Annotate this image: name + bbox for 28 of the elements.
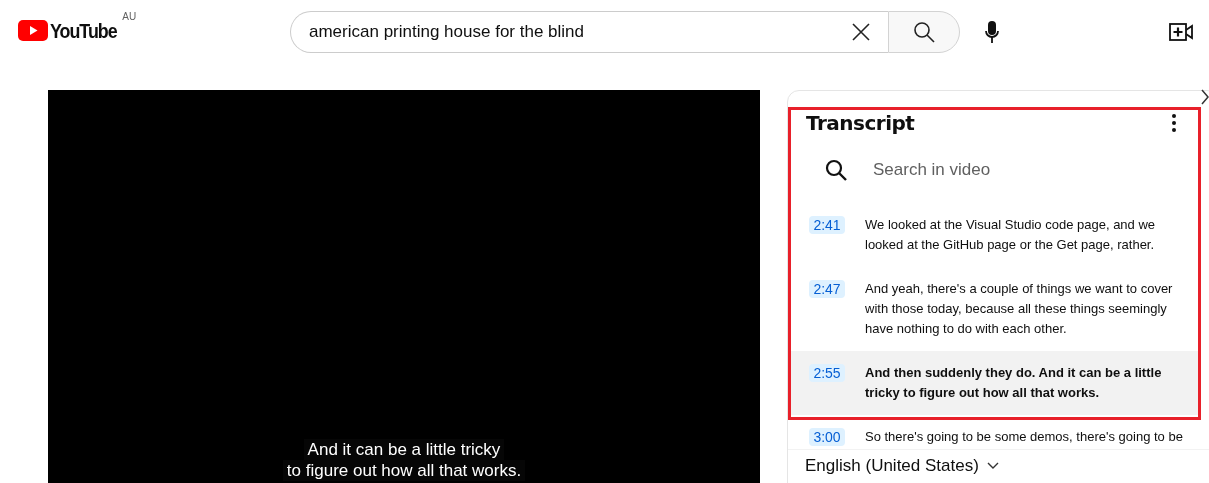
clear-icon[interactable] [852, 22, 870, 41]
chevron-icon [1201, 89, 1209, 105]
microphone-icon[interactable] [985, 20, 999, 43]
timestamp: 3:00 [809, 428, 845, 446]
panel-title: Transcript [806, 111, 915, 135]
more-options-icon[interactable] [1172, 114, 1176, 132]
transcript-segment[interactable]: 2:41 We looked at the Visual Studio code page, and we looked at the GitHub page or the Get page, rather. [788, 203, 1199, 267]
chevron-down-icon [986, 462, 999, 470]
logo-icon [18, 20, 48, 41]
video-camera-plus-icon[interactable] [1169, 22, 1193, 41]
region-label: AU [122, 10, 137, 22]
search-icon [913, 20, 935, 43]
logo-text[interactable]: YouTube [50, 18, 117, 43]
search-icon [825, 159, 847, 181]
transcript-segment[interactable]: 2:47 And yeah, there's a couple of things we want to cover with those today, because all these things seemingly have nothing to do with each other. [788, 267, 1199, 351]
segment-text: So there's going to be some demos, there's going to be [865, 428, 1184, 446]
segment-text: And then suddenly they do. And it can be a little tricky to figure out how all that works. [865, 364, 1163, 402]
timestamp: 2:55 [809, 364, 845, 382]
language-dropdown[interactable]: English (United States) [805, 456, 999, 476]
search-button[interactable] [888, 10, 960, 53]
segment-text: And yeah, there's a couple of things we want to cover with those today, because all these things seemingly have nothing to do with each other. [865, 280, 1174, 338]
video-player[interactable]: And it can be a little tricky to figure out how all that works. [48, 90, 760, 483]
timestamp: 2:41 [809, 216, 845, 234]
segment-text: We looked at the Visual Studio code page, and we looked at the GitHub page or the Get page, rather. [865, 216, 1157, 254]
search-field[interactable]: american printing house for the blind [290, 10, 888, 53]
transcript-segment[interactable]: 3:00 So there's going to be some demos, there's going to be [788, 415, 1199, 449]
transcript-segment[interactable]: 2:55 And then suddenly they do. And it can be a little tricky to figure out how all that works. [788, 351, 1199, 415]
timestamp: 2:47 [809, 280, 845, 298]
